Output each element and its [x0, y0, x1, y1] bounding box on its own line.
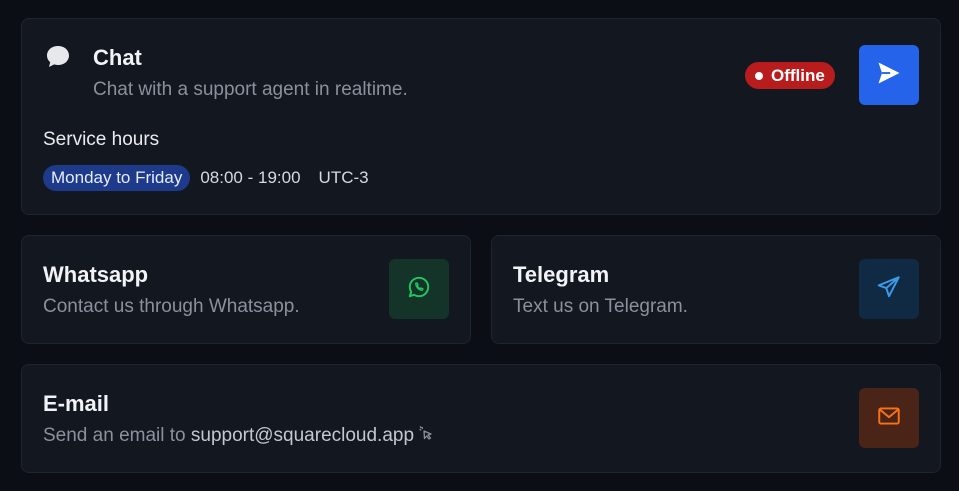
hours-range: 08:00 - 19:00	[200, 168, 301, 187]
chat-title: Chat	[93, 45, 142, 70]
start-chat-button[interactable]	[859, 45, 919, 105]
status-label: Offline	[771, 65, 825, 85]
email-address-link[interactable]: support@squarecloud.app	[191, 425, 414, 446]
whatsapp-title: Whatsapp	[43, 262, 149, 287]
mail-icon	[876, 403, 902, 434]
send-icon	[875, 59, 903, 92]
telegram-description: Text us on Telegram.	[513, 296, 688, 317]
chat-card: Chat Chat with a support agent in realti…	[21, 18, 941, 215]
telegram-title: Telegram	[513, 262, 610, 287]
service-hours-row: Monday to Friday 08:00 - 19:00 UTC-3	[43, 165, 369, 191]
days-badge: Monday to Friday	[43, 165, 191, 191]
status-badge: Offline	[745, 62, 835, 89]
email-description-prefix: Send an email to	[43, 425, 191, 447]
telegram-card[interactable]: Telegram Text us on Telegram.	[491, 235, 941, 344]
service-hours-title: Service hours	[43, 129, 160, 150]
email-button[interactable]	[859, 388, 919, 448]
chat-bubble-icon	[45, 44, 71, 70]
whatsapp-icon	[406, 274, 432, 305]
email-title: E-mail	[43, 391, 110, 416]
email-description: Send an email to support@squarecloud.app	[43, 425, 434, 447]
email-card[interactable]: E-mail Send an email to support@squarecl…	[21, 364, 941, 473]
whatsapp-description: Contact us through Whatsapp.	[43, 296, 300, 317]
telegram-icon	[876, 274, 902, 305]
cursor-click-icon	[418, 425, 434, 447]
chat-description: Chat with a support agent in realtime.	[93, 79, 408, 100]
whatsapp-button[interactable]	[389, 259, 449, 319]
timezone: UTC-3	[318, 168, 369, 187]
status-dot	[755, 71, 763, 80]
whatsapp-card[interactable]: Whatsapp Contact us through Whatsapp.	[21, 235, 471, 344]
telegram-button[interactable]	[859, 259, 919, 319]
